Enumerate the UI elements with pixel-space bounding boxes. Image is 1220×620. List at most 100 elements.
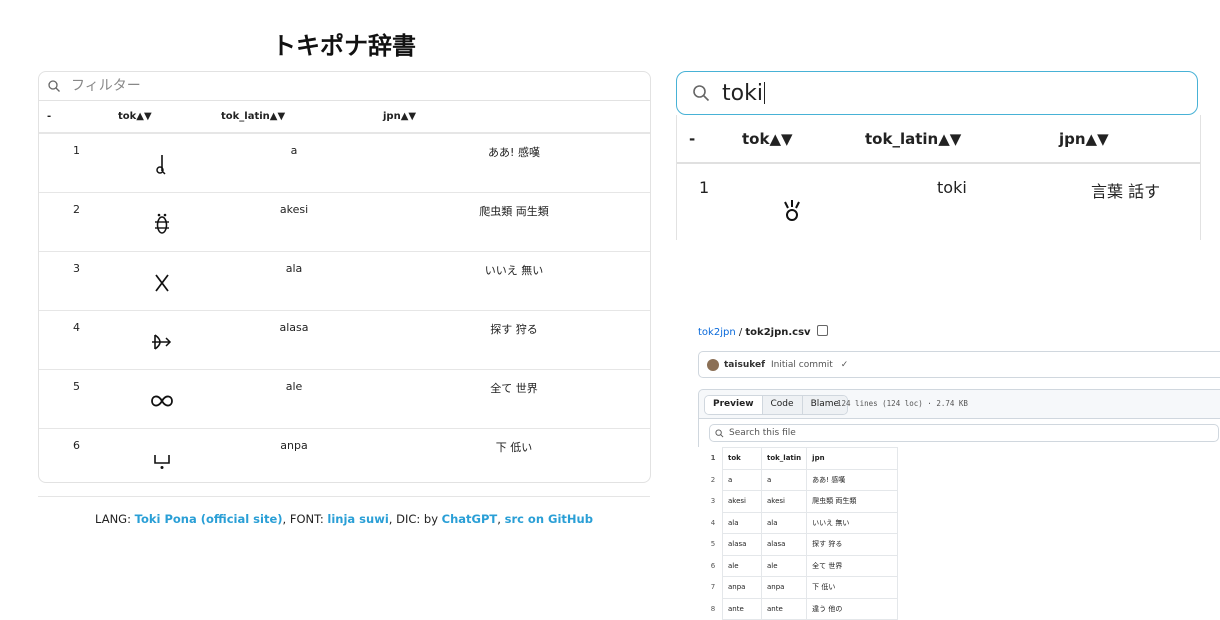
lang-label: LANG:	[95, 512, 135, 526]
table-row: 8 ante ante 違う 他の	[704, 597, 899, 620]
column-jpn-header[interactable]: jpn▲▼	[1059, 130, 1109, 148]
csv-cell: a	[722, 468, 762, 491]
csv-cell: akesi	[760, 490, 808, 513]
line-number[interactable]: 1	[704, 448, 723, 470]
table-row: 6 anpa 下 低い	[39, 429, 650, 482]
footer: LANG: Toki Pona (official site), FONT: l…	[38, 512, 650, 526]
row-number: 5	[73, 380, 80, 393]
row-jpn: 言葉 話す	[1091, 182, 1161, 201]
zoomed-table: - tok▲▼ tok_latin▲▼ jpn▲▼ 1 toki 言葉 話す	[676, 115, 1201, 240]
csv-cell: akesi	[722, 490, 762, 513]
footer-divider	[38, 496, 650, 497]
line-number[interactable]: 6	[704, 555, 723, 577]
table-header: - tok▲▼ tok_latin▲▼ jpn▲▼	[39, 101, 650, 134]
ala-glyph-icon	[155, 274, 169, 292]
table-row: 1 tok tok_latin jpn	[704, 447, 899, 470]
row-latin: a	[290, 144, 298, 157]
table-row: 2 akesi 爬虫類 両生類	[39, 193, 650, 252]
tab-preview[interactable]: Preview	[705, 396, 763, 414]
footer-separator: ,	[497, 512, 505, 526]
row-latin: toki	[937, 178, 967, 197]
csv-cell: 下 低い	[806, 576, 899, 599]
row-jpn: 探す 狩る	[490, 323, 538, 336]
row-number: 2	[73, 203, 80, 216]
csv-cell: ale	[760, 554, 808, 577]
line-number[interactable]: 2	[704, 469, 723, 491]
line-number[interactable]: 4	[704, 512, 723, 534]
anpa-glyph-icon	[154, 455, 170, 469]
csv-cell: ante	[760, 597, 808, 620]
row-number: 4	[73, 321, 80, 334]
row-jpn: いいえ 無い	[484, 264, 544, 277]
search-icon	[693, 85, 710, 102]
github-source-link[interactable]: src on GitHub	[505, 512, 593, 526]
column-num-header[interactable]: -	[689, 130, 695, 148]
column-num-header[interactable]: -	[47, 111, 51, 122]
table-row: 7 anpa anpa 下 低い	[704, 576, 899, 599]
font-label: , FONT:	[282, 512, 328, 526]
table-row: 1 a ああ! 感嘆	[39, 134, 650, 193]
csv-cell: 探す 狩る	[806, 533, 899, 556]
filter-input[interactable]	[69, 77, 650, 95]
csv-cell: tok_latin	[760, 447, 808, 470]
table-row: 4 alasa 探す 狩る	[39, 311, 650, 370]
dic-label: , DIC: by	[388, 512, 442, 526]
commit-author[interactable]: taisukef	[724, 360, 765, 370]
csv-cell: a	[760, 468, 808, 491]
file-search-row: Search this file	[699, 418, 1220, 448]
chatgpt-link[interactable]: ChatGPT	[442, 512, 498, 526]
file-search-input[interactable]: Search this file	[709, 424, 1219, 442]
column-tok-latin-header[interactable]: tok_latin▲▼	[865, 130, 961, 148]
csv-cell: いいえ 無い	[806, 511, 899, 534]
csv-cell: 全て 世界	[806, 554, 899, 577]
csv-cell: 爬虫類 両生類	[806, 490, 899, 513]
column-tok-header[interactable]: tok▲▼	[118, 111, 152, 122]
row-jpn: ああ! 感嘆	[488, 146, 540, 159]
row-latin: anpa	[280, 439, 308, 452]
csv-cell: ああ! 感嘆	[806, 468, 899, 491]
row-number: 1	[699, 178, 710, 197]
commit-message[interactable]: Initial commit	[771, 360, 833, 370]
linja-suwi-link[interactable]: linja suwi	[327, 512, 388, 526]
avatar[interactable]	[707, 358, 719, 371]
file-meta: 124 lines (124 loc) · 2.74 KB	[837, 399, 968, 408]
breadcrumb-separator: /	[735, 327, 746, 338]
akesi-glyph-icon	[155, 213, 169, 234]
view-tabs: Preview Code Blame	[704, 395, 849, 415]
row-jpn: 全て 世界	[490, 382, 538, 395]
csv-cell: anpa	[722, 576, 762, 599]
row-latin: ale	[285, 380, 303, 393]
line-number[interactable]: 7	[704, 577, 723, 599]
line-number[interactable]: 8	[704, 598, 723, 620]
text-caret	[763, 82, 765, 104]
page-title: トキポナ辞書	[272, 32, 416, 60]
csv-cell: jpn	[806, 447, 899, 470]
zoomed-search-field[interactable]: toki	[676, 71, 1198, 115]
row-latin: alasa	[279, 321, 309, 334]
row-jpn: 爬虫類 両生類	[479, 205, 549, 218]
zoomed-table-header: - tok▲▼ tok_latin▲▼ jpn▲▼	[677, 115, 1200, 164]
column-jpn-header[interactable]: jpn▲▼	[383, 111, 416, 122]
csv-cell: tok	[722, 447, 762, 470]
line-number[interactable]: 5	[704, 534, 723, 556]
table-row: 5 ale 全て 世界	[39, 370, 650, 429]
copy-icon[interactable]	[816, 325, 828, 336]
row-number: 6	[73, 439, 80, 452]
repo-link[interactable]: tok2jpn	[698, 327, 736, 338]
column-tok-latin-header[interactable]: tok_latin▲▼	[221, 111, 285, 122]
toki-pona-link[interactable]: Toki Pona (official site)	[135, 512, 283, 526]
filter-bar	[39, 72, 650, 101]
table-row: 6 ale ale 全て 世界	[704, 554, 899, 577]
table-row: 4 ala ala いいえ 無い	[704, 511, 899, 534]
tab-code[interactable]: Code	[762, 396, 803, 414]
search-value: toki	[722, 80, 763, 106]
alasa-glyph-icon	[152, 334, 172, 350]
column-tok-header[interactable]: tok▲▼	[742, 130, 793, 148]
search-icon	[48, 80, 60, 92]
breadcrumb: tok2jpn / tok2jpn.csv	[698, 325, 828, 338]
table-row: 1 toki 言葉 話す	[677, 164, 1200, 240]
ale-glyph-icon	[151, 395, 173, 407]
table-row: 5 alasa alasa 探す 狩る	[704, 533, 899, 556]
row-number: 3	[73, 262, 80, 275]
line-number[interactable]: 3	[704, 491, 723, 513]
